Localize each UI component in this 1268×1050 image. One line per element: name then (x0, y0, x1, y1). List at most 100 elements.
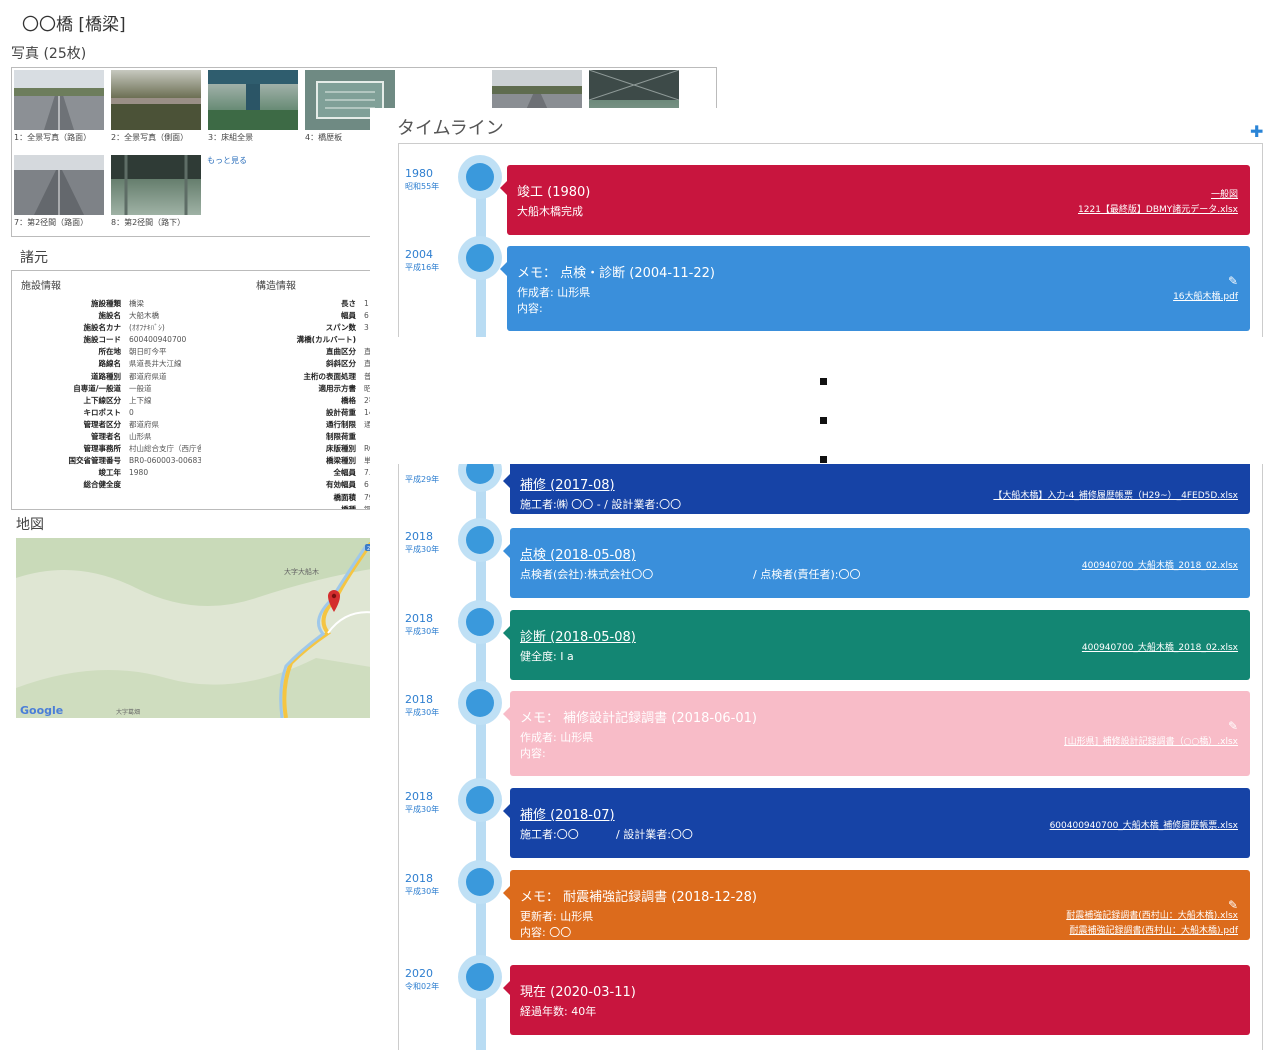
timeline-year: 2018 (405, 790, 433, 803)
timeline-node-icon (458, 155, 502, 199)
spec-label: 竣工年 (98, 468, 122, 478)
timeline-card-detail: / 設計業者:〇〇 (616, 828, 693, 841)
edit-pencil-icon[interactable]: ✎ (1228, 719, 1238, 733)
timeline-title: タイムライン (397, 118, 504, 139)
timeline-card-title[interactable]: メモ： 点検・診断 (2004-11-22) (517, 262, 715, 281)
timeline-attachment-link[interactable]: 1221【最終版】DBMY諸元データ.xlsx (1078, 202, 1238, 215)
spec-row: 制限荷重 (202, 431, 370, 443)
spec-label: スパン数 (325, 323, 356, 333)
timeline-era: 平成29年 (405, 475, 440, 484)
timeline-card-detail: 作成者: 山形県 (520, 731, 594, 744)
photos-heading: 写真 (25枚) (11, 46, 87, 62)
timeline-card-title[interactable]: 竣工 (1980) (517, 181, 590, 200)
photo-thumbnail-floor[interactable] (208, 70, 298, 130)
facility-info-table: 施設種類 橋梁 施設名 大船木橋 施設名カナ (ｵｵﾌﾅｷﾊﾞｼ) 施設コード 6004009… (12, 298, 202, 492)
bridge-photo-icon (111, 98, 201, 130)
spec-label: 施設種類 (91, 299, 121, 308)
timeline-card[interactable]: 現在 (2020-03-11) 経過年数: 40年 (503, 965, 1250, 1035)
photo-caption: 2：全景写真（側面） (111, 133, 189, 142)
edit-pencil-icon[interactable]: ✎ (1228, 274, 1238, 288)
timeline-attachment-link[interactable]: 400940700_大船木橋_2018_02.xlsx (1082, 558, 1238, 571)
photo-caption: 1：全景写真（路面） (14, 133, 92, 142)
spec-value: 山形県 (129, 432, 152, 442)
timeline-year: 2020 (405, 967, 433, 980)
plus-icon[interactable]: ✚ (1250, 122, 1263, 141)
spec-value: BR0-060003-00683 (129, 456, 201, 466)
timeline-card-title[interactable]: メモ： 補修設計記録調書 (2018-06-01) (520, 707, 757, 726)
timeline-era: 平成16年 (405, 263, 440, 272)
spec-row: 全幅員7.2 (202, 467, 371, 479)
ellipsis-dot-icon (820, 378, 827, 385)
spec-label: 長さ (341, 299, 356, 308)
edit-pencil-icon[interactable]: ✎ (1228, 898, 1238, 912)
road-photo-icon (34, 170, 84, 215)
spec-label: 橋梁種別 (326, 456, 356, 466)
spec-row: キロポスト 0 (12, 407, 201, 419)
spec-row: 斜斜区分直橋 (202, 358, 370, 370)
spec-label: 橋格 (341, 395, 356, 405)
timeline-attachment-link[interactable]: 16大船木橋.pdf (1173, 289, 1238, 302)
spec-row: 施設名カナ (ｵｵﾌﾅｷﾊﾞｼ) (12, 322, 201, 334)
timeline-card-detail: / 点検者(責任者):〇〇 (753, 568, 861, 581)
photo-thumbnail-span2[interactable] (14, 155, 104, 215)
spec-label: 国交省管理番号 (68, 456, 122, 466)
timeline-card[interactable]: 点検 (2018-05-08) 点検者(会社):株式会社〇〇 / 点検者(責任者):… (503, 528, 1250, 598)
spec-row: 管理者名 山形県 (12, 431, 201, 443)
map-canvas: 大字大船木 大字葛畑 287 Google (16, 538, 377, 718)
timeline-attachment-link[interactable]: [山形県]_補修設計記録調書（○○橋）.xlsx (1064, 734, 1238, 747)
spec-label: 斜斜区分 (326, 359, 356, 369)
timeline-card[interactable]: 補修 (2018-07) 施工者:〇〇 / 設計業者:〇〇 600400940700_… (503, 788, 1250, 858)
spec-row: 適用示方書昭和5 (202, 383, 371, 395)
timeline-attachment-link[interactable]: 一般図 (1211, 187, 1238, 200)
timeline-card-title[interactable]: 点検 (2018-05-08) (520, 544, 636, 563)
more-photos-link[interactable]: もっと見る (207, 155, 247, 166)
ellipsis-dot-icon (820, 417, 827, 424)
spec-row: 施設種類 橋梁 (12, 298, 201, 310)
spec-row: 橋格2等橋 (202, 395, 370, 407)
timeline-card-detail: 更新者: 山形県 (520, 910, 594, 923)
timeline-panel: タイムライン ✚ 1980 昭和55年 竣工 (1980) 大船木橋完成 一般図 1221… (370, 108, 1268, 1050)
timeline-attachment-link[interactable]: 耐震補強記録調書(西村山：大船木橋).pdf (1070, 923, 1238, 936)
photo-thumbnail-side[interactable] (111, 70, 201, 130)
spec-label: 適用示方書 (318, 383, 357, 393)
timeline-card-detail: 内容: (517, 302, 543, 315)
timeline-attachment-link[interactable]: 耐震補強記録調書(西村山：大船木橋).xlsx (1066, 908, 1238, 921)
timeline-card[interactable]: 補修 (2017-08) 施工者:㈱ 〇〇 ‐ / 設計業者:〇〇 【大船木橋】入力… (503, 458, 1250, 514)
timeline-card-title[interactable]: 補修 (2018-07) (520, 804, 615, 823)
photo-thumbnail-span2-under[interactable] (111, 155, 201, 215)
timeline-era: 平成30年 (405, 887, 440, 896)
timeline-card-title[interactable]: 現在 (2020-03-11) (520, 981, 636, 1000)
spec-value: 都道府県道 (129, 371, 167, 381)
spec-value: 橋梁 (129, 299, 144, 308)
specs-heading: 諸元 (20, 250, 48, 266)
ellipsis-dot-icon (820, 456, 827, 463)
spec-label: 上下線区分 (83, 395, 122, 405)
spec-label: 自専道/一般道 (73, 383, 121, 393)
timeline-card[interactable]: 竣工 (1980) 大船木橋完成 一般図 1221【最終版】DBMY諸元データ.xls… (500, 165, 1250, 235)
timeline-attachment-link[interactable]: 600400940700_大船木橋_補修履歴帳票.xlsx (1050, 818, 1238, 831)
timeline-card-detail: 作成者: 山形県 (517, 286, 591, 299)
timeline-era: 平成30年 (405, 627, 440, 636)
timeline-card[interactable]: メモ： 補修設計記録調書 (2018-06-01) 作成者: 山形県 内容: [山形県… (503, 691, 1250, 776)
timeline-year: 2018 (405, 872, 433, 885)
spec-value: 村山総合支庁（西庁舎） (129, 444, 201, 454)
spec-label: 管理者名 (91, 432, 121, 442)
timeline-card[interactable]: メモ： 点検・診断 (2004-11-22) 作成者: 山形県 内容: 16大船木橋.… (500, 246, 1250, 331)
timeline-card-title[interactable]: 補修 (2017-08) (520, 474, 615, 493)
timeline-era: 令和02年 (405, 982, 440, 991)
timeline-attachment-link[interactable]: 【大船木橋】入力-4_補修履歴帳票（H29~）_4FED5D.xlsx (993, 488, 1238, 501)
spec-value: 600400940700 (129, 335, 187, 345)
spec-row: 床版種別RC床 (202, 443, 370, 455)
timeline-card-title[interactable]: メモ： 耐震補強記録調書 (2018-12-28) (520, 886, 757, 905)
timeline-attachment-link[interactable]: 400940700_大船木橋_2018_02.xlsx (1082, 640, 1238, 653)
spec-row: 国交省管理番号 BR0-060003-00683 (12, 455, 202, 467)
map-view[interactable]: 大字大船木 大字葛畑 287 Google (16, 538, 377, 718)
spec-value: 一般道 (129, 383, 152, 393)
photo-thumbnail-road[interactable] (14, 70, 104, 130)
spec-row: 管理者区分 都道府県 (12, 419, 201, 431)
photo-caption: 3：床組全景 (208, 133, 254, 142)
spec-label: 総合健全度 (83, 480, 122, 490)
timeline-card-title[interactable]: 診断 (2018-05-08) (520, 626, 636, 645)
timeline-card[interactable]: メモ： 耐震補強記録調書 (2018-12-28) 更新者: 山形県 内容: 〇〇 耐… (503, 870, 1250, 940)
timeline-card[interactable]: 診断 (2018-05-08) 健全度: I a 400940700_大船木橋_20… (503, 610, 1250, 680)
